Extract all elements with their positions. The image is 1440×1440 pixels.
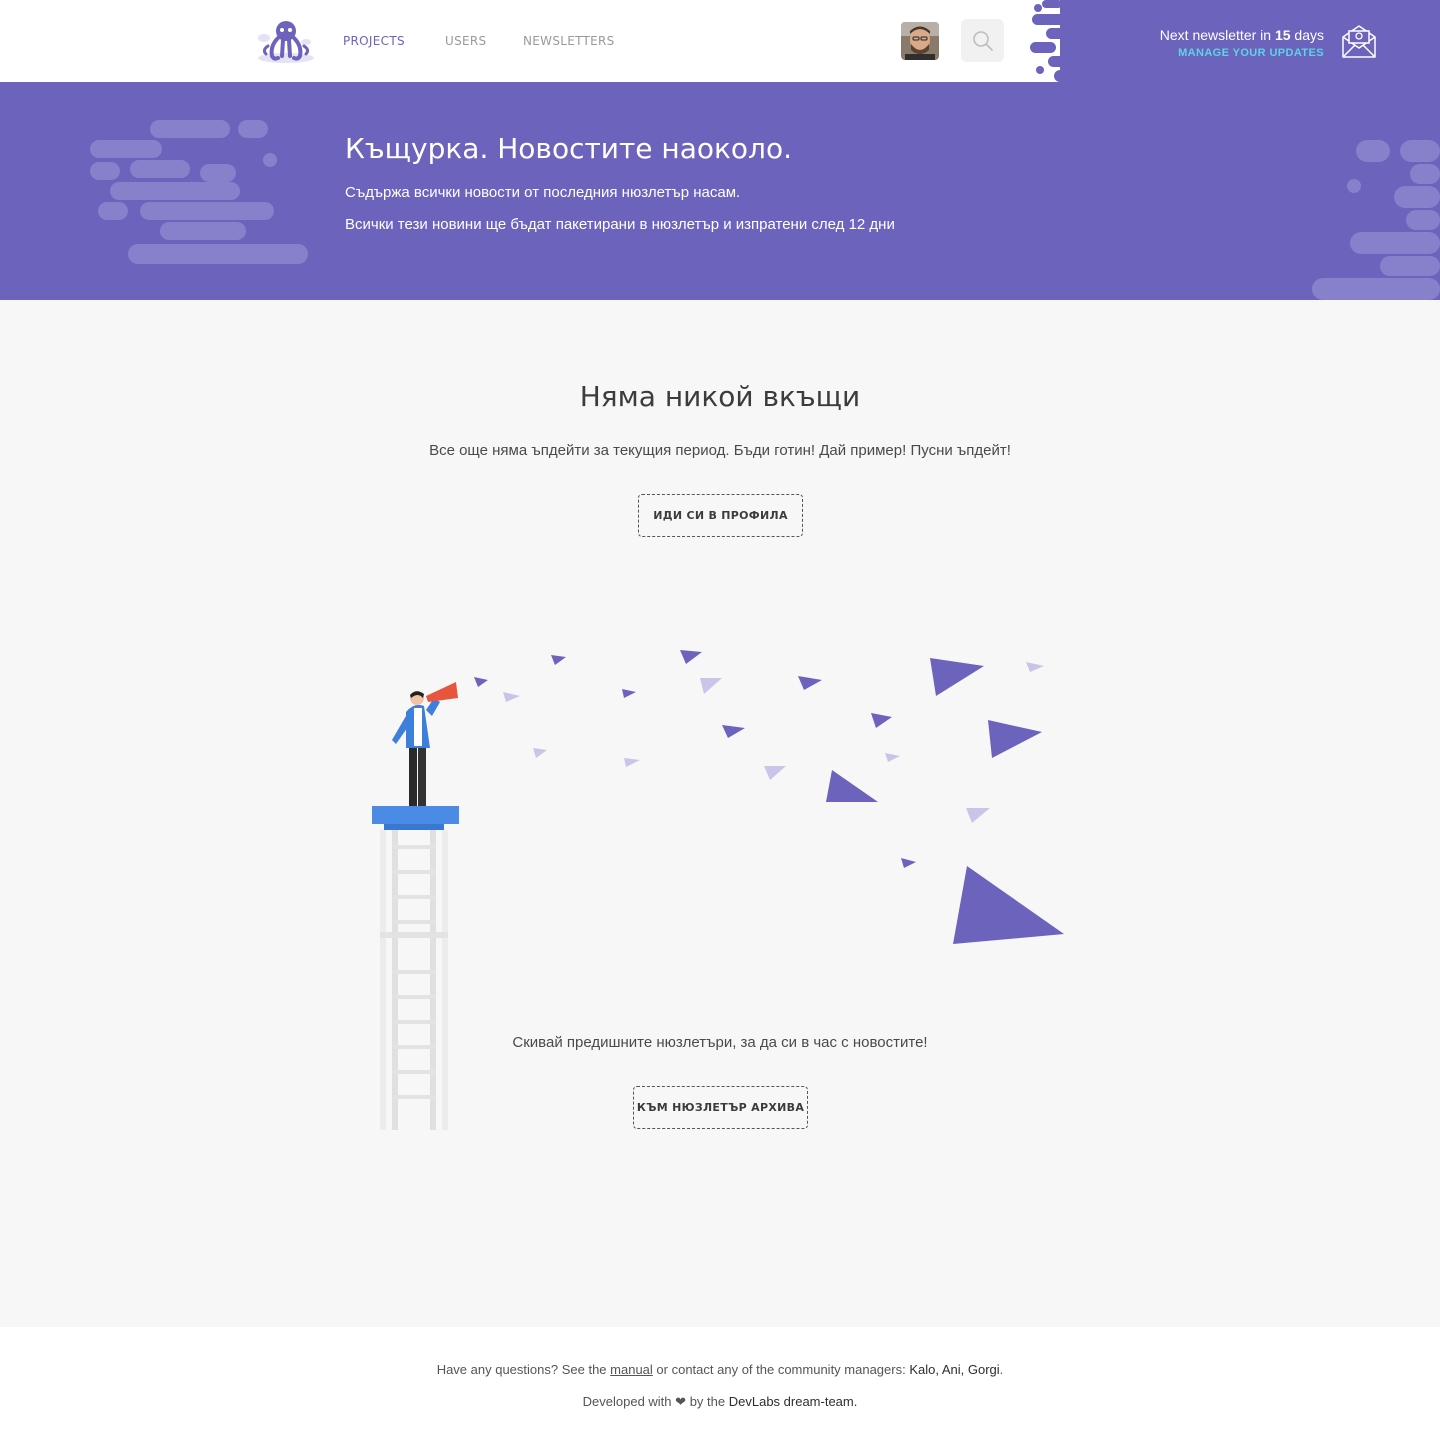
footer-questions: Have any questions? See the manual or co… [0, 1362, 1440, 1377]
top-header: PROJECTS USERS NEWSLETTERS Next newslett… [0, 0, 1440, 82]
search-button[interactable] [961, 19, 1004, 62]
paper-planes [474, 650, 1064, 944]
nav-item-users[interactable]: USERS [445, 34, 523, 48]
ladder-illustration [372, 806, 459, 1130]
heart-icon: ❤ [675, 1394, 687, 1409]
person-with-megaphone [392, 682, 458, 806]
devlabs-team: DevLabs dream-team. [728, 1394, 858, 1409]
next-newsletter-suffix: days [1294, 27, 1324, 43]
page-footer: Have any questions? See the manual or co… [0, 1327, 1440, 1440]
next-newsletter-prefix: Next newsletter in [1159, 27, 1272, 43]
next-newsletter-info: Next newsletter in 15 days [1160, 27, 1324, 43]
footer-dev-prefix: Developed with [582, 1394, 672, 1409]
empty-state-text: Все още няма ъпдейти за текущия период. … [429, 442, 1011, 459]
go-to-profile-button[interactable]: ИДИ СИ В ПРОФИЛА [638, 494, 803, 537]
footer-questions-middle: or contact any of the community managers… [656, 1362, 906, 1377]
hero-banner: Къщурка. Новостите наоколо. Съдържа всич… [0, 82, 1440, 300]
search-icon [972, 30, 993, 51]
nav-item-projects[interactable]: PROJECTS [343, 34, 445, 48]
decorative-blobs [1030, 0, 1086, 82]
nav-item-newsletters[interactable]: NEWSLETTERS [523, 34, 615, 48]
decorative-blobs-left [90, 120, 308, 264]
footer-dev-middle: by the [689, 1394, 726, 1409]
footer-credits: Developed with ❤ by the DevLabs dream-te… [0, 1394, 1440, 1410]
footer-questions-prefix: Have any questions? See the [436, 1362, 607, 1377]
decorative-blobs-right [1312, 140, 1440, 300]
next-newsletter-days: 15 [1274, 27, 1291, 43]
octopus-logo-icon[interactable] [254, 18, 318, 64]
user-avatar[interactable] [901, 22, 939, 60]
mail-icon[interactable] [1341, 23, 1377, 59]
hero-description-1: Съдържа всички новости от последния нюзл… [345, 184, 741, 201]
hero-title: Къщурка. Новостите наоколо. [345, 132, 792, 165]
empty-state-title: Няма никой вкъщи [579, 380, 861, 413]
manual-link[interactable]: manual [610, 1362, 653, 1377]
archive-prompt-text: Скивай предишните нюзлетъри, за да си в … [512, 1034, 928, 1051]
manage-updates-link[interactable]: MANAGE YOUR UPDATES [1178, 47, 1324, 59]
community-managers[interactable]: Kalo, Ani, Gorgi [909, 1362, 999, 1377]
newsletter-archive-button[interactable]: КЪМ НЮЗЛЕТЪР АРХИВА [633, 1086, 808, 1129]
main-nav: PROJECTS USERS NEWSLETTERS [343, 34, 615, 48]
megaphone-paper-planes-illustration [372, 650, 1064, 1130]
hero-description-2: Всички тези новини ще бъдат пакетирани в… [345, 216, 895, 233]
paper-planes-light [503, 662, 1044, 823]
footer-questions-end: . [999, 1362, 1004, 1377]
